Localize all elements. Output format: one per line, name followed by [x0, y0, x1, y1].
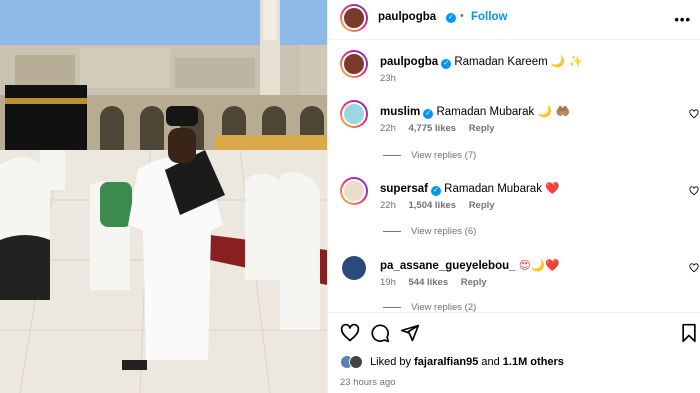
view-replies-label: View replies (7)	[411, 150, 477, 161]
more-horizontal-icon[interactable]: •••	[674, 12, 691, 27]
liked-by-user[interactable]: fajaralfian95	[414, 356, 478, 368]
comment-icon[interactable]	[370, 323, 390, 343]
comment-time: 22h	[380, 200, 396, 211]
post-timestamp[interactable]: 23 hours ago	[340, 377, 395, 388]
caption-avatar[interactable]	[340, 50, 368, 78]
view-replies-label: View replies (2)	[411, 302, 477, 312]
liked-by-row: Liked by fajaralfian95 and 1.1M others	[340, 355, 564, 369]
heart-icon[interactable]	[340, 323, 360, 343]
comment-item: muslim ✓ Ramadan Mubarak 🌙 🤲🏽 22h 4,775 l…	[328, 96, 700, 166]
replies-divider	[383, 154, 401, 156]
caption-text-line: paulpogba ✓ Ramadan Kareem 🌙 ✨	[380, 54, 583, 69]
post-actions: Liked by fajaralfian95 and 1.1M others 2…	[328, 312, 700, 393]
post-detail-panel: paulpogba ✓ • Follow ••• paulpogba ✓ Rama…	[327, 0, 700, 393]
comment-text: Ramadan Mubarak	[436, 106, 535, 118]
comment-text: Ramadan Mubarak	[444, 183, 542, 195]
caption-meta: 23h	[380, 73, 406, 84]
post-header: paulpogba ✓ • Follow •••	[328, 0, 700, 40]
comment-username[interactable]: pa_assane_gueyelebou_	[380, 260, 516, 272]
comment-avatar[interactable]	[342, 256, 366, 280]
comment-emoji: 😍🌙❤️	[518, 258, 560, 272]
verified-icon: ✓	[441, 59, 452, 69]
caption-time: 23h	[380, 73, 396, 84]
view-replies-button[interactable]: View replies (6)	[383, 226, 476, 237]
replies-divider	[383, 230, 401, 232]
liker-avatar[interactable]	[349, 355, 363, 369]
comment-likes[interactable]: 1,504 likes	[409, 200, 457, 211]
caption-text: Ramadan Kareem	[454, 56, 548, 68]
bookmark-icon[interactable]	[679, 323, 699, 343]
verified-icon: ✓	[430, 186, 441, 196]
comment-text-line: supersaf ✓ Ramadan Mubarak ❤️	[380, 181, 559, 196]
comment-text-line: muslim ✓ Ramadan Mubarak 🌙 🤲🏽	[380, 104, 570, 119]
author-username[interactable]: paulpogba	[378, 11, 436, 23]
comment-likes[interactable]: 544 likes	[409, 277, 449, 288]
post-image	[0, 0, 327, 393]
comment-avatar[interactable]	[340, 100, 368, 128]
comment-emoji: 🌙 🤲🏽	[537, 104, 570, 118]
liked-by-joiner: and	[481, 355, 500, 368]
view-replies-label: View replies (6)	[411, 226, 477, 237]
comment-emoji: ❤️	[545, 181, 560, 195]
share-icon[interactable]	[400, 323, 420, 343]
view-replies-button[interactable]: View replies (2)	[383, 302, 476, 312]
comment-likes[interactable]: 4,775 likes	[409, 123, 457, 134]
liked-by-prefix: Liked by	[370, 355, 412, 368]
post-photo[interactable]	[0, 0, 327, 393]
comment-time: 22h	[380, 123, 396, 134]
comment-text-line: pa_assane_gueyelebou_ 😍🌙❤️	[380, 258, 559, 272]
verified-icon: ✓	[446, 13, 456, 23]
liked-by-others[interactable]: 1.1M others	[503, 356, 564, 368]
header-separator: •	[460, 10, 464, 22]
replies-divider	[383, 306, 401, 308]
comment-item: pa_assane_gueyelebou_ 😍🌙❤️ 19h 544 likes…	[328, 252, 700, 312]
reply-button[interactable]: Reply	[469, 123, 495, 134]
author-avatar[interactable]	[340, 4, 368, 32]
comment-username[interactable]: muslim	[380, 106, 420, 118]
follow-button[interactable]: Follow	[471, 11, 507, 23]
comment-meta: 22h 1,504 likes Reply	[380, 200, 505, 211]
comment-username[interactable]: supersaf	[380, 183, 428, 195]
verified-icon: ✓	[423, 109, 434, 119]
reply-button[interactable]: Reply	[461, 277, 487, 288]
comment-like-icon[interactable]	[689, 109, 699, 119]
caption-username[interactable]: paulpogba	[380, 56, 438, 68]
comment-like-icon[interactable]	[689, 186, 699, 196]
comment-like-icon[interactable]	[689, 263, 699, 273]
view-replies-button[interactable]: View replies (7)	[383, 150, 476, 161]
comment-time: 19h	[380, 277, 396, 288]
comment-meta: 22h 4,775 likes Reply	[380, 123, 505, 134]
caption-emoji: 🌙 ✨	[550, 54, 584, 68]
comment-item: supersaf ✓ Ramadan Mubarak ❤️ 22h 1,504 l…	[328, 174, 700, 244]
comment-meta: 19h 544 likes Reply	[380, 277, 497, 288]
caption-row: paulpogba ✓ Ramadan Kareem 🌙 ✨ 23h	[328, 40, 700, 86]
reply-button[interactable]: Reply	[469, 200, 495, 211]
comment-avatar[interactable]	[340, 177, 368, 205]
